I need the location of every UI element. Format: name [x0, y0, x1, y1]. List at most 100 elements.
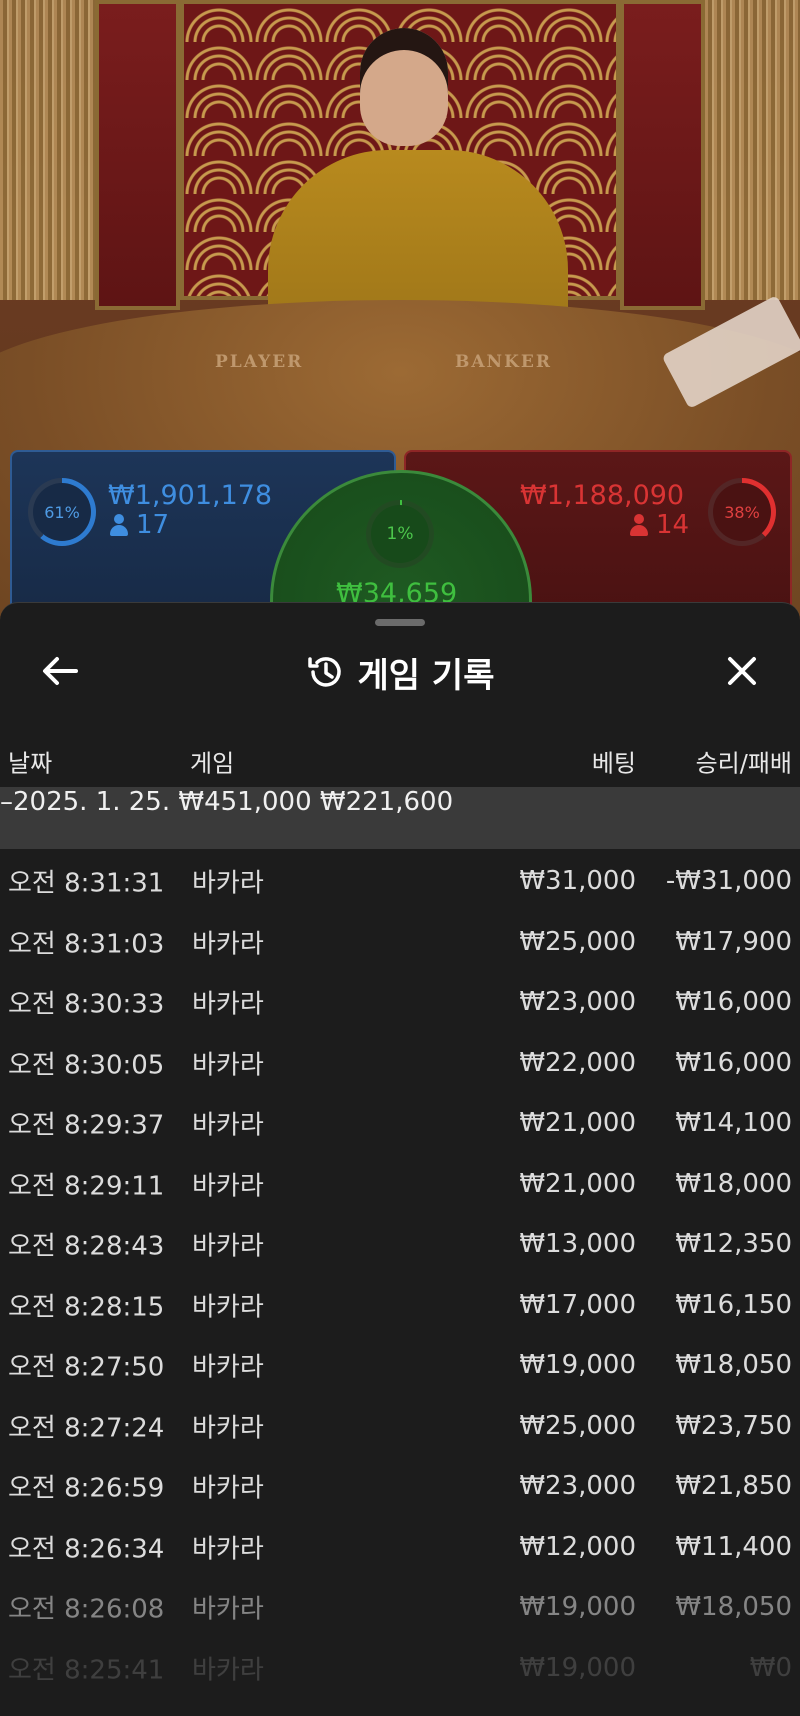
wall-panel-right: [620, 0, 705, 310]
row-game: 바카라: [192, 1231, 264, 1262]
date-group-bet-total: ₩451,000: [178, 787, 312, 817]
row-time: 오전 8:31:31: [8, 868, 165, 899]
banker-percent-ring: 38%: [708, 478, 776, 546]
row-winloss: ₩16,000: [675, 1047, 792, 1078]
table-label-banker: BANKER: [455, 352, 552, 372]
table-row[interactable]: 오전 8:31:31 바카라 ₩31,000 -₩31,000: [0, 851, 800, 912]
row-game: 바카라: [192, 1413, 264, 1444]
column-date: 날짜: [8, 749, 53, 778]
row-game: 바카라: [192, 1171, 264, 1202]
row-bet: ₩12,000: [519, 1531, 636, 1562]
date-group-row[interactable]: –2025. 1. 25. ₩451,000 ₩221,600: [0, 787, 800, 849]
banker-bettor-count-value: 14: [656, 510, 690, 540]
row-game: 바카라: [192, 929, 264, 960]
tie-percent-ring: 1%: [366, 500, 434, 568]
row-winloss: ₩18,000: [675, 1168, 792, 1199]
row-time: 오전 8:29:37: [8, 1110, 165, 1141]
row-game: 바카라: [192, 1594, 264, 1625]
player-bettor-count: 17: [110, 510, 169, 540]
wall-panel-left: [95, 0, 180, 310]
tie-percent: 1%: [371, 505, 429, 563]
row-game: 바카라: [192, 1292, 264, 1323]
banker-percent: 38%: [713, 483, 771, 541]
row-bet: ₩13,000: [519, 1229, 636, 1260]
column-bet: 베팅: [591, 749, 636, 778]
row-winloss: ₩18,050: [675, 1592, 792, 1623]
row-game: 바카라: [192, 1473, 264, 1504]
row-time: 오전 8:30:33: [8, 989, 165, 1020]
table-row[interactable]: 오전 8:28:43 바카라 ₩13,000 ₩12,350: [0, 1214, 800, 1275]
row-time: 오전 8:31:03: [8, 929, 165, 960]
game-history-sheet: 게임 기록 날짜 게임 베팅 승리/패배 –2025. 1. 25. ₩451,…: [0, 602, 800, 1716]
table-row[interactable]: 오전 8:25:41 바카라 ₩19,000 ₩0: [0, 1638, 800, 1699]
row-time: 오전 8:28:15: [8, 1292, 165, 1323]
row-game: 바카라: [192, 1655, 264, 1686]
row-game: 바카라: [192, 1050, 264, 1081]
table-row[interactable]: 오전 8:26:59 바카라 ₩23,000 ₩21,850: [0, 1456, 800, 1517]
row-game: 바카라: [192, 1534, 264, 1565]
table-row[interactable]: 오전 8:26:34 바카라 ₩12,000 ₩11,400: [0, 1517, 800, 1578]
row-bet: ₩19,000: [519, 1652, 636, 1683]
page-title: 게임 기록: [357, 655, 495, 696]
table-header: 날짜 게임 베팅 승리/패배: [0, 733, 800, 789]
row-winloss: ₩12,350: [675, 1229, 792, 1260]
table-row[interactable]: 오전 8:26:08 바카라 ₩19,000 ₩18,050: [0, 1577, 800, 1638]
row-winloss: ₩0: [749, 1652, 792, 1683]
table-row[interactable]: 오전 8:30:05 바카라 ₩22,000 ₩16,000: [0, 1033, 800, 1094]
table-row[interactable]: 오전 8:29:11 바카라 ₩21,000 ₩18,000: [0, 1154, 800, 1215]
row-bet: ₩25,000: [519, 926, 636, 957]
curtain-left: [0, 0, 95, 300]
row-winloss: ₩17,900: [675, 926, 792, 957]
row-time: 오전 8:26:59: [8, 1473, 165, 1504]
row-time: 오전 8:28:43: [8, 1231, 165, 1262]
row-bet: ₩21,000: [519, 1168, 636, 1199]
row-bet: ₩17,000: [519, 1289, 636, 1320]
row-bet: ₩31,000: [519, 866, 636, 897]
sheet-drag-handle[interactable]: [375, 619, 425, 626]
banker-bettor-count: 14: [630, 510, 689, 540]
row-time: 오전 8:26:34: [8, 1534, 165, 1565]
table-row[interactable]: 오전 8:27:50 바카라 ₩19,000 ₩18,050: [0, 1335, 800, 1396]
history-icon: [307, 657, 341, 687]
row-bet: ₩22,000: [519, 1047, 636, 1078]
column-winloss: 승리/패배: [695, 749, 792, 778]
close-button[interactable]: [718, 647, 766, 695]
row-winloss: ₩18,050: [675, 1350, 792, 1381]
row-time: 오전 8:29:11: [8, 1171, 165, 1202]
row-bet: ₩23,000: [519, 1471, 636, 1502]
row-bet: ₩21,000: [519, 1108, 636, 1139]
row-winloss: ₩23,750: [675, 1410, 792, 1441]
row-game: 바카라: [192, 989, 264, 1020]
player-percent-ring: 61%: [28, 478, 96, 546]
row-bet: ₩23,000: [519, 987, 636, 1018]
table-row[interactable]: 오전 8:29:37 바카라 ₩21,000 ₩14,100: [0, 1093, 800, 1154]
row-winloss: ₩16,150: [675, 1289, 792, 1320]
player-percent: 61%: [33, 483, 91, 541]
player-bet-amount: ₩1,901,178: [108, 480, 273, 511]
row-winloss: ₩21,850: [675, 1471, 792, 1502]
history-list: 오전 8:31:31 바카라 ₩31,000 -₩31,000 오전 8:31:…: [0, 851, 800, 1698]
column-game: 게임: [190, 749, 235, 778]
person-icon: [110, 514, 128, 536]
table-row[interactable]: 오전 8:31:03 바카라 ₩25,000 ₩17,900: [0, 912, 800, 973]
dealer-head: [360, 28, 448, 146]
date-group-winloss-total: ₩221,600: [319, 787, 454, 817]
table-row[interactable]: 오전 8:30:33 바카라 ₩23,000 ₩16,000: [0, 972, 800, 1033]
row-time: 오전 8:27:50: [8, 1352, 165, 1383]
person-icon: [630, 514, 648, 536]
player-bettor-count-value: 17: [136, 510, 170, 540]
row-time: 오전 8:26:08: [8, 1594, 165, 1625]
row-bet: ₩19,000: [519, 1350, 636, 1381]
row-game: 바카라: [192, 868, 264, 899]
curtain-right: [705, 0, 800, 300]
sheet-header: 게임 기록: [0, 645, 800, 699]
table-label-player: PLAYER: [215, 352, 304, 372]
row-bet: ₩19,000: [519, 1592, 636, 1623]
row-game: 바카라: [192, 1352, 264, 1383]
table-row[interactable]: 오전 8:28:15 바카라 ₩17,000 ₩16,150: [0, 1275, 800, 1336]
row-winloss: ₩14,100: [675, 1108, 792, 1139]
close-icon: [728, 657, 756, 685]
row-bet: ₩25,000: [519, 1410, 636, 1441]
banker-bet-amount: ₩1,188,090: [520, 480, 685, 511]
table-row[interactable]: 오전 8:27:24 바카라 ₩25,000 ₩23,750: [0, 1396, 800, 1457]
